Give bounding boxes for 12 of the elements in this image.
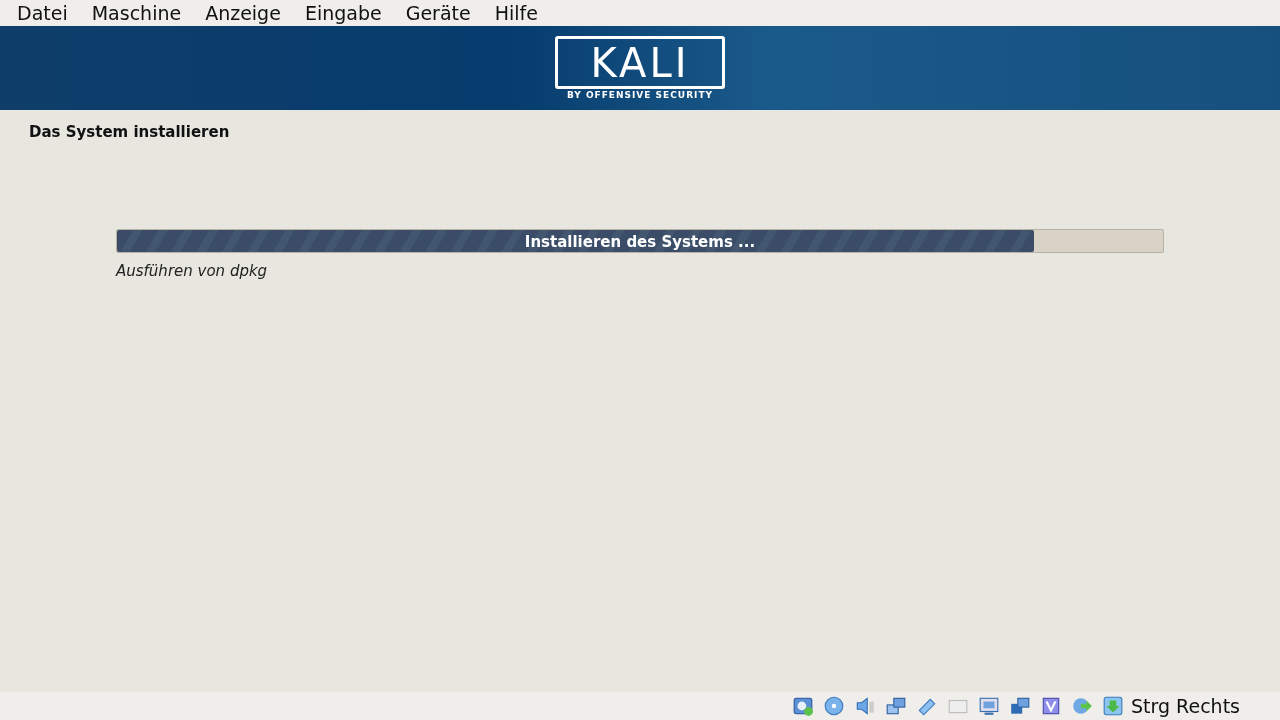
progress-label: Installieren des Systems ... [523, 233, 757, 251]
menu-item[interactable]: Maschine [91, 2, 182, 24]
menu-item[interactable]: Eingabe [304, 2, 382, 24]
page-title: Das System installieren [29, 123, 231, 141]
logo-subtitle: BY OFFENSIVE SECURITY [566, 90, 714, 100]
host-key-label: Strg Rechts [1131, 695, 1240, 717]
logo-text: KALI [590, 42, 690, 83]
menu-item[interactable]: Geräte [405, 2, 471, 24]
menu-item[interactable]: Hilfe [494, 2, 538, 24]
menu-item[interactable]: Datei [17, 2, 68, 24]
menu-item[interactable]: Anzeige [205, 2, 281, 24]
progress-detail: Ausführen von dpkg [116, 262, 269, 280]
